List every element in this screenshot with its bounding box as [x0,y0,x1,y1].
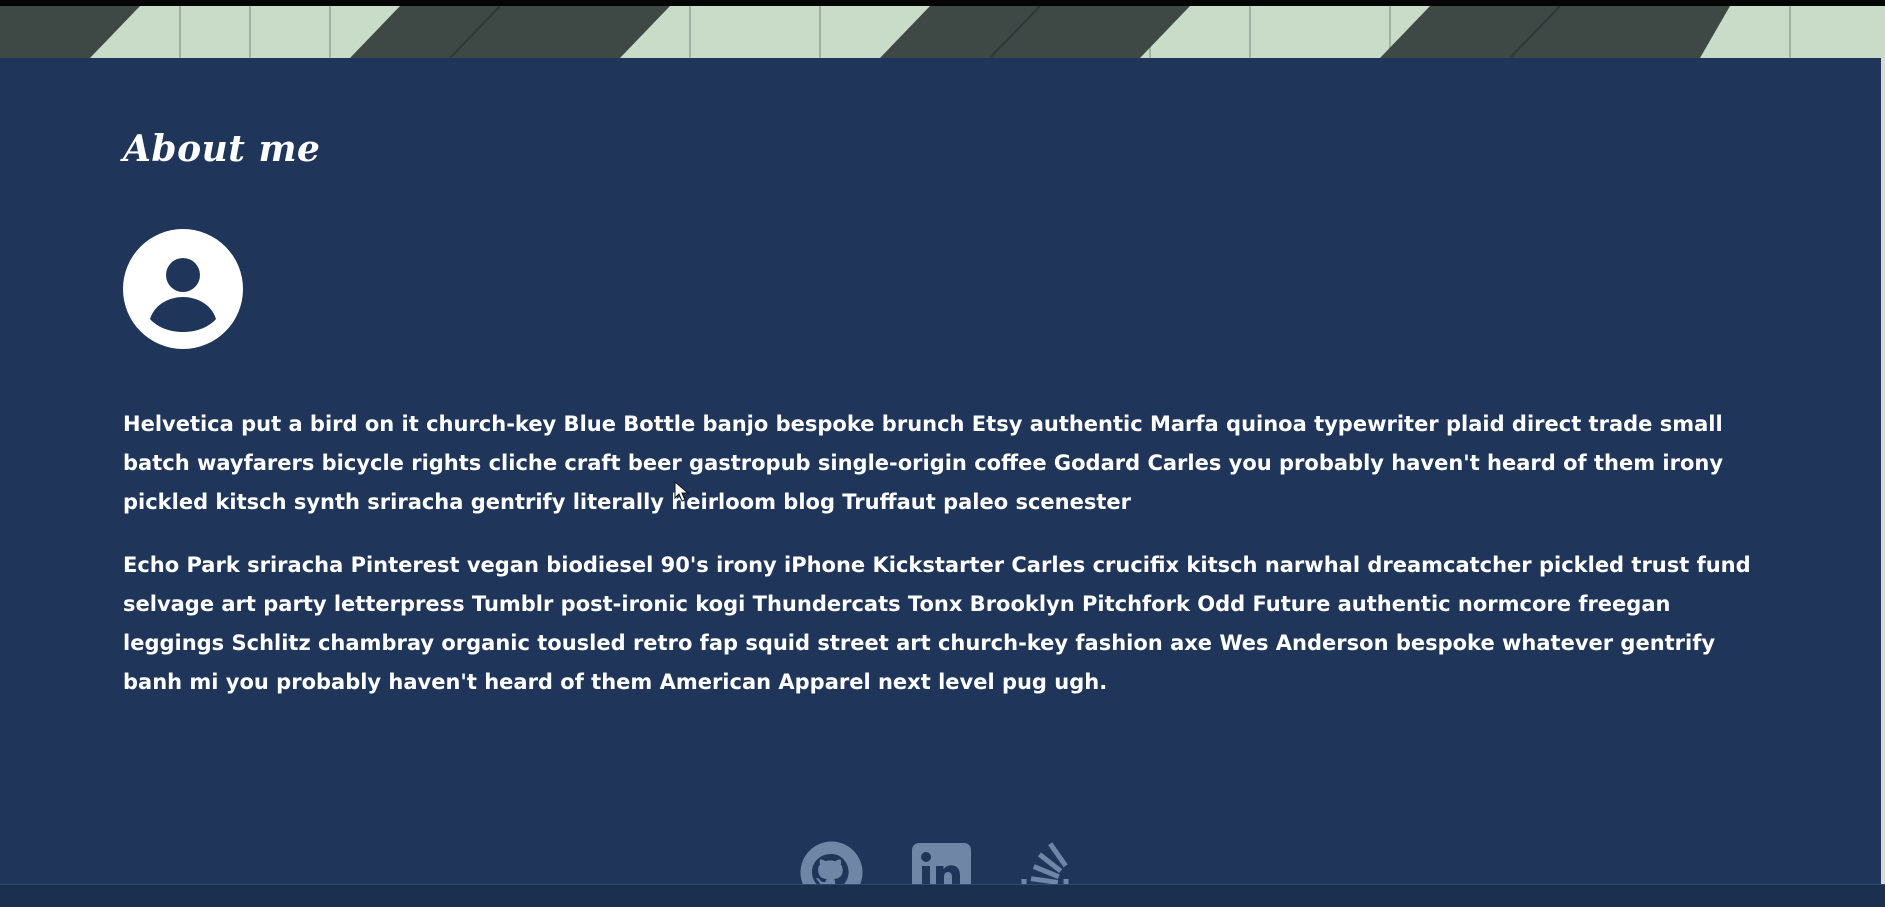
header-banner-image [0,6,1885,58]
bio-text: Helvetica put a bird on it church-key Bl… [123,405,1763,726]
page-bottom-edge [0,884,1885,907]
user-avatar-icon [123,229,243,349]
right-scrollbar-edge [1881,58,1885,884]
bio-paragraph-1: Helvetica put a bird on it church-key Bl… [123,412,1724,514]
page: About me Helvetica put a bird on it chur… [0,0,1885,907]
mouse-cursor-icon [674,480,690,503]
about-heading: About me [123,128,321,170]
bio-paragraph-2: Echo Park sriracha Pinterest vegan biodi… [123,553,1751,694]
